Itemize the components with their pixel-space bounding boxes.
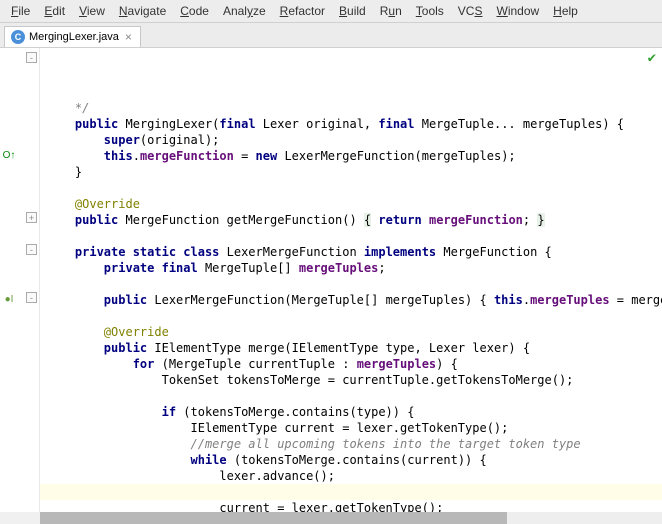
code-line[interactable]: @Override [40, 196, 662, 212]
code-line[interactable] [40, 484, 662, 500]
code-line[interactable]: */ [40, 100, 662, 116]
code-line[interactable]: public LexerMergeFunction(MergeTuple[] m… [40, 292, 662, 308]
fold-toggle-icon[interactable]: - [26, 292, 37, 303]
menu-build[interactable]: Build [332, 2, 373, 20]
menu-navigate[interactable]: Navigate [112, 2, 173, 20]
tab-bar: C MergingLexer.java × [0, 23, 662, 48]
code-line[interactable]: } [40, 164, 662, 180]
menu-window[interactable]: Window [489, 2, 546, 20]
menu-code[interactable]: Code [173, 2, 216, 20]
code-line[interactable]: public MergingLexer(final Lexer original… [40, 116, 662, 132]
code-line[interactable] [40, 308, 662, 324]
menu-file[interactable]: File [4, 2, 37, 20]
override-marker-icon[interactable]: O↑ [2, 148, 16, 162]
code-line[interactable] [40, 388, 662, 404]
menu-analyze[interactable]: Analyze [216, 2, 273, 20]
code-line[interactable]: //merge all upcoming tokens into the tar… [40, 436, 662, 452]
code-line[interactable]: public IElementType merge(IElementType t… [40, 340, 662, 356]
code-line[interactable]: private final MergeTuple[] mergeTuples; [40, 260, 662, 276]
code-line[interactable]: if (tokensToMerge.contains(type)) { [40, 404, 662, 420]
fold-toggle-icon[interactable]: + [26, 212, 37, 223]
fold-toggle-icon[interactable]: - [26, 52, 37, 63]
close-icon[interactable]: × [123, 30, 134, 44]
scrollbar-thumb[interactable] [40, 512, 507, 524]
code-line[interactable]: private static class LexerMergeFunction … [40, 244, 662, 260]
code-line[interactable]: TokenSet tokensToMerge = currentTuple.ge… [40, 372, 662, 388]
implement-marker-icon[interactable]: ●I [2, 292, 16, 306]
code-line[interactable]: for (MergeTuple currentTuple : mergeTupl… [40, 356, 662, 372]
tab-filename: MergingLexer.java [29, 31, 119, 43]
code-line[interactable]: super(original); [40, 132, 662, 148]
code-line[interactable]: this.mergeFunction = new LexerMergeFunct… [40, 148, 662, 164]
code-line[interactable] [40, 228, 662, 244]
menu-tools[interactable]: Tools [409, 2, 451, 20]
code-line[interactable]: IElementType current = lexer.getTokenTyp… [40, 420, 662, 436]
menu-edit[interactable]: Edit [37, 2, 72, 20]
horizontal-scrollbar[interactable] [40, 512, 662, 524]
fold-toggle-icon[interactable]: - [26, 244, 37, 255]
menubar: FileEditViewNavigateCodeAnalyzeRefactorB… [0, 0, 662, 23]
code-line[interactable]: @Override [40, 324, 662, 340]
editor-tab[interactable]: C MergingLexer.java × [4, 26, 141, 47]
inspection-ok-icon[interactable]: ✔ [648, 50, 656, 66]
code-line[interactable]: public MergeFunction getMergeFunction() … [40, 212, 662, 228]
java-class-icon: C [11, 30, 25, 44]
code-area[interactable]: ✔ */ public MergingLexer(final Lexer ori… [40, 48, 662, 512]
menu-help[interactable]: Help [546, 2, 585, 20]
code-line[interactable] [40, 276, 662, 292]
code-line[interactable]: current = lexer.getTokenType(); [40, 500, 662, 512]
menu-vcs[interactable]: VCS [451, 2, 490, 20]
menu-view[interactable]: View [72, 2, 112, 20]
menu-refactor[interactable]: Refactor [273, 2, 332, 20]
code-line[interactable]: while (tokensToMerge.contains(current)) … [40, 452, 662, 468]
code-line[interactable] [40, 180, 662, 196]
gutter: O↑●I-+-- [0, 48, 40, 512]
menu-run[interactable]: Run [373, 2, 409, 20]
editor: O↑●I-+-- ✔ */ public MergingLexer(final … [0, 48, 662, 512]
code-line[interactable]: lexer.advance(); [40, 468, 662, 484]
